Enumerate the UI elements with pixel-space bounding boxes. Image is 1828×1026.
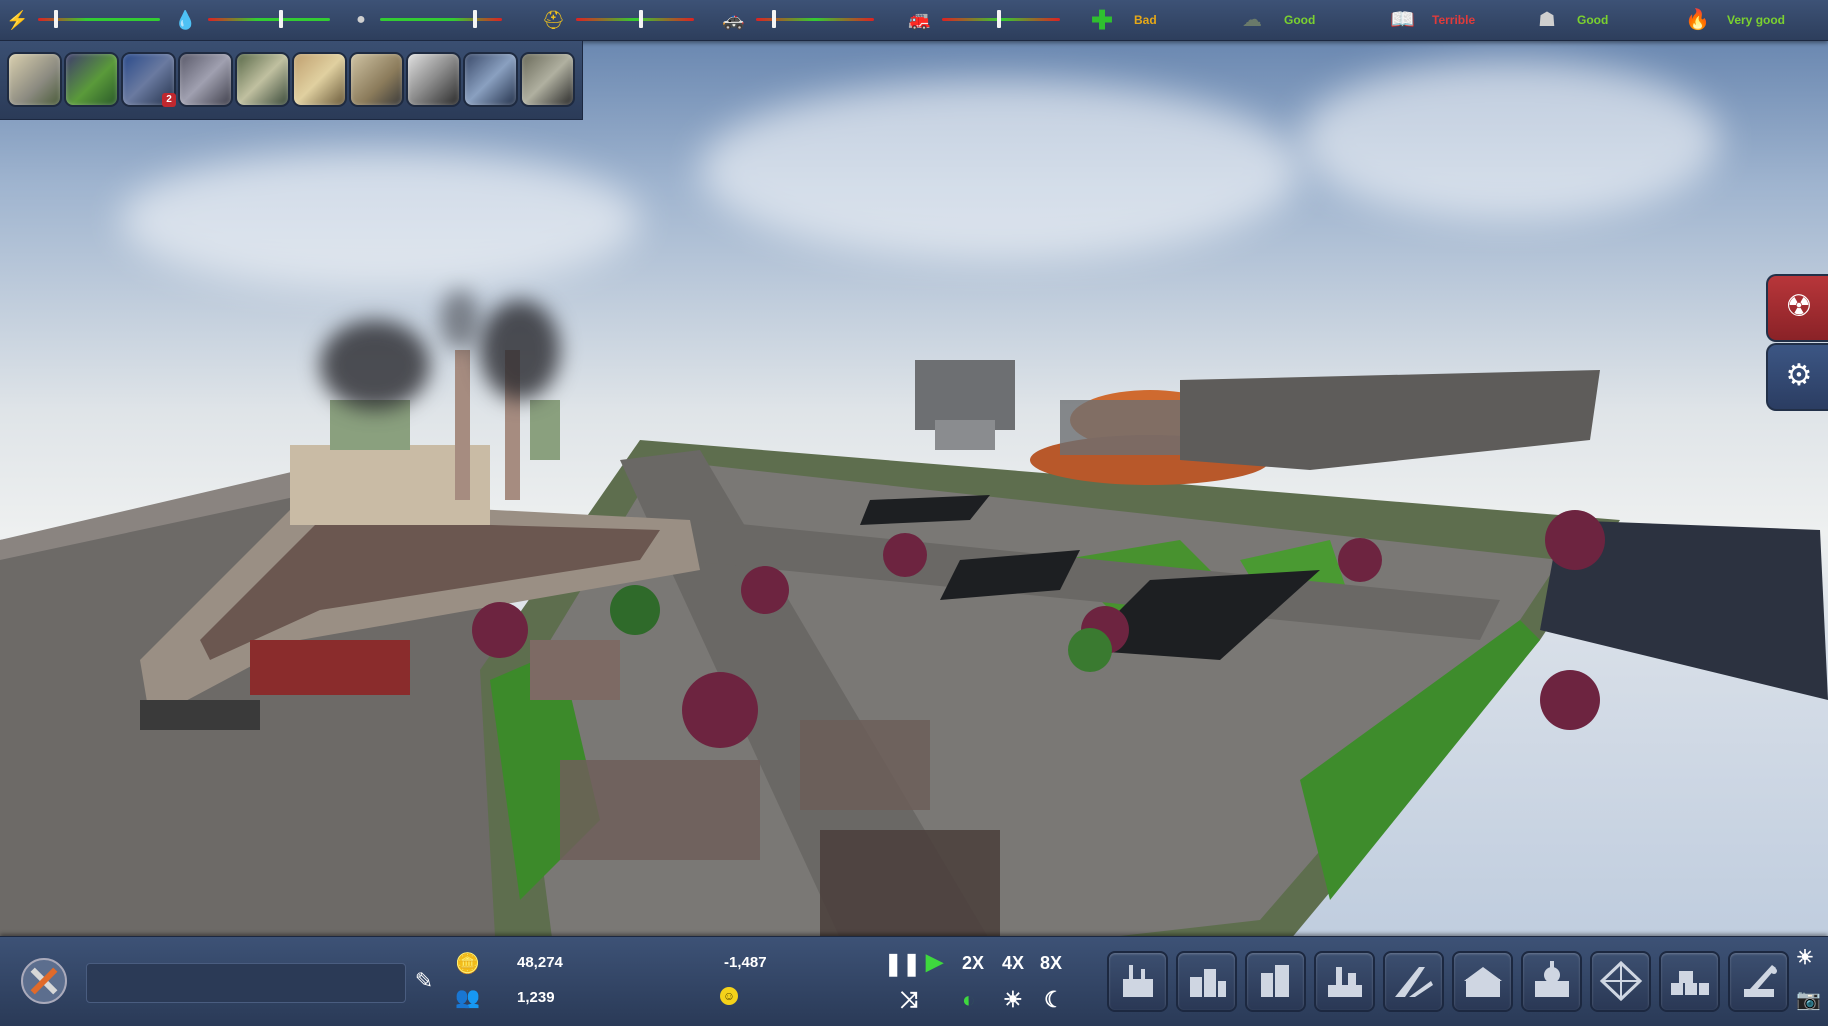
health-status-label: Bad	[1134, 13, 1157, 27]
population-value: 1,239	[517, 989, 555, 1006]
happiness-icon: ☺	[720, 987, 738, 1005]
city-name-input[interactable]	[86, 963, 406, 1003]
population-icon: 👥	[455, 987, 480, 1009]
speed-4x-button[interactable]: 4X	[1002, 953, 1024, 974]
structure-build-button[interactable]	[1590, 951, 1651, 1012]
speed-8x-button[interactable]: 8X	[1040, 953, 1062, 974]
demolish-button[interactable]	[1728, 951, 1789, 1012]
pause-button[interactable]: ❚❚	[884, 951, 921, 977]
coins-icon: 🪙	[455, 953, 480, 975]
tools-menu-button[interactable]	[16, 953, 72, 1009]
commercial-build-button[interactable]	[1245, 951, 1306, 1012]
structure-build-icon	[1599, 960, 1643, 1002]
game-world-viewport[interactable]	[0, 0, 1828, 1025]
fire-safety-status-label: Very good	[1727, 13, 1786, 27]
city-overview-button[interactable]	[7, 52, 62, 107]
traffic-button[interactable]: 2	[121, 52, 176, 107]
road-build-icon	[1395, 967, 1433, 997]
play-button[interactable]: ▶	[926, 949, 943, 975]
police-service-icon: 🚓	[722, 10, 745, 30]
auto-daylight-button[interactable]: ◐	[962, 987, 975, 1013]
water-meter[interactable]: 💧	[170, 0, 335, 40]
disasters-button[interactable]: ☢	[1766, 274, 1828, 342]
police-service-meter[interactable]: 🚓	[720, 0, 880, 40]
policies-button[interactable]	[349, 52, 404, 107]
edit-name-button[interactable]: ✎	[410, 967, 438, 995]
government-build-icon	[1535, 961, 1569, 997]
fire-service-meter[interactable]: 🚒	[906, 0, 1066, 40]
pollution-status[interactable]: ☁ Good	[1240, 0, 1360, 40]
health-status[interactable]: ✚ Bad	[1090, 0, 1210, 40]
storage-build-icon	[1671, 971, 1709, 995]
industrial-build-icon	[1328, 967, 1362, 997]
terrain-button[interactable]	[64, 52, 119, 107]
services-build-button[interactable]	[1452, 951, 1513, 1012]
districts-button[interactable]	[178, 52, 233, 107]
settings-button[interactable]: ⚙	[1766, 343, 1828, 411]
demolish-crane-icon	[1744, 965, 1777, 997]
industrial-build-button[interactable]	[1314, 951, 1375, 1012]
residential-build-button[interactable]	[1176, 951, 1237, 1012]
power-plant-build-button[interactable]	[1107, 951, 1168, 1012]
government-build-button[interactable]	[1521, 951, 1582, 1012]
electricity-icon: ⚡	[6, 10, 29, 30]
residential-build-icon	[1190, 969, 1226, 997]
traffic-badge: 2	[162, 93, 176, 107]
money-value: 48,274	[517, 954, 563, 971]
screenshot-button[interactable]: 📷	[1796, 987, 1821, 1012]
pencil-icon: ✎	[414, 968, 434, 993]
library-button[interactable]	[520, 52, 575, 107]
commercial-build-icon	[1261, 965, 1289, 997]
gear-icon: ⚙	[1785, 359, 1813, 392]
health-service-meter[interactable]: ⛑	[540, 0, 700, 40]
bottom-bar: ✎ 🪙 48,274 👥 1,239 -1,487 ☺ ❚❚ ▶ 2X 4X 8…	[0, 936, 1828, 1026]
health-cross-icon: ✚	[1091, 5, 1113, 35]
water-icon: 💧	[174, 10, 197, 30]
shuffle-button[interactable]: ⤨	[900, 987, 918, 1013]
fire-safety-icon: 🔥	[1685, 9, 1710, 31]
crime-status-label: Good	[1577, 13, 1609, 27]
garbage-icon: ●	[356, 11, 366, 28]
speed-2x-button[interactable]: 2X	[962, 953, 984, 974]
power-plant-build-icon	[1123, 965, 1153, 997]
education-status[interactable]: 📖 Terrible	[1390, 0, 1520, 40]
top-status-bar: ⚡ 💧 ● ⛑ 🚓 🚒 ✚ Bad ☁ Good 📖 Terrible ☗ Go…	[0, 0, 1828, 41]
road-build-button[interactable]	[1383, 951, 1444, 1012]
pollution-icon: ☁	[1242, 9, 1262, 31]
garbage-meter[interactable]: ●	[346, 0, 506, 40]
income-value: -1,487	[724, 954, 767, 971]
education-book-icon: 📖	[1390, 9, 1415, 31]
storage-build-button[interactable]	[1659, 951, 1720, 1012]
fire-service-icon: 🚒	[908, 10, 931, 30]
resources-button[interactable]	[406, 52, 461, 107]
health-service-icon: ⛑	[542, 10, 565, 30]
pollution-status-label: Good	[1284, 13, 1316, 27]
fire-safety-status[interactable]: 🔥 Very good	[1685, 0, 1825, 40]
disaster-icon: ☢	[1785, 290, 1813, 323]
hammer-wrench-icon	[21, 958, 67, 1004]
crime-icon: ☗	[1538, 9, 1556, 31]
electricity-meter[interactable]: ⚡	[4, 0, 164, 40]
category-toolbar: 2	[0, 41, 583, 120]
services-build-icon	[1464, 967, 1502, 997]
education-status-label: Terrible	[1432, 13, 1476, 27]
day-button[interactable]: ☀	[1003, 987, 1023, 1013]
weather-button[interactable]: ☀	[1796, 945, 1814, 970]
crime-status[interactable]: ☗ Good	[1535, 0, 1655, 40]
city-island	[0, 350, 1828, 1025]
research-button[interactable]	[463, 52, 518, 107]
economy-button[interactable]	[235, 52, 290, 107]
statistics-button[interactable]	[292, 52, 347, 107]
night-button[interactable]: ☾	[1044, 987, 1064, 1013]
